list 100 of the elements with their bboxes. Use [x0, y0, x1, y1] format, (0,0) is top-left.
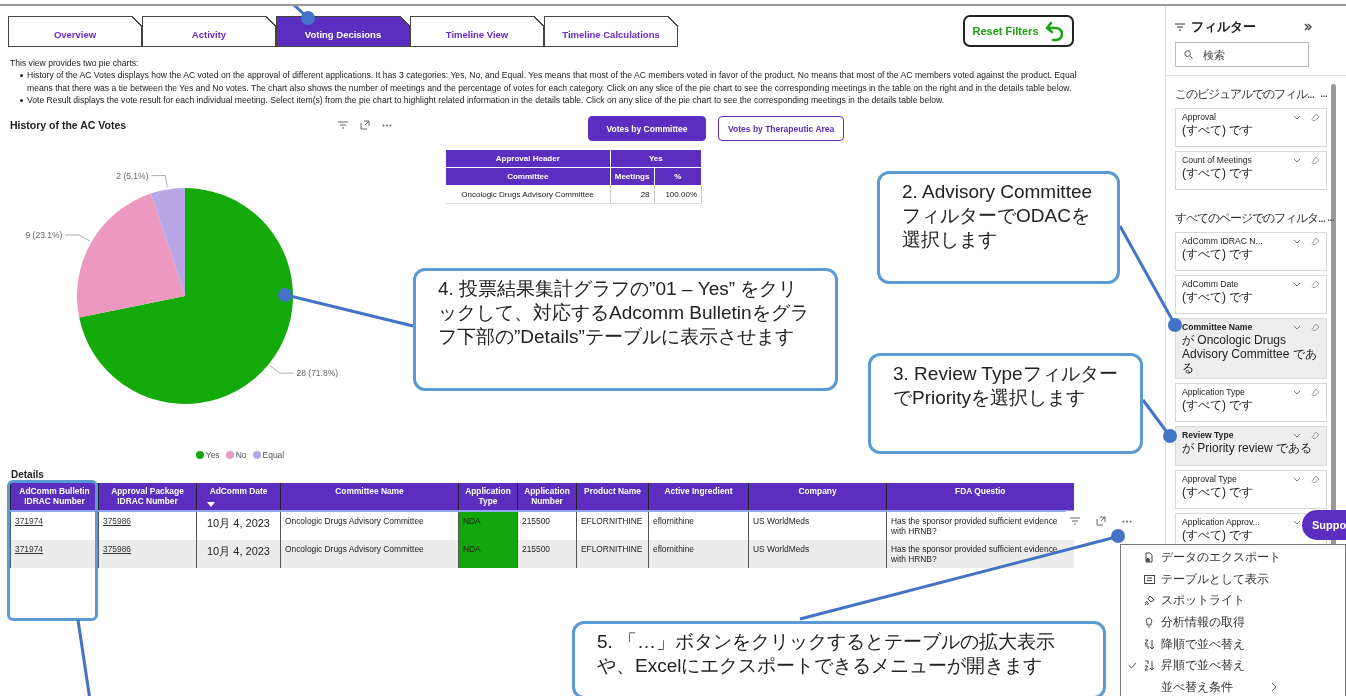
undo-arrow-icon [1044, 20, 1065, 42]
filter-value: が Oncologic Drugs Advisory Committee である [1182, 333, 1318, 375]
menu-item[interactable]: 並べ替え条件 [1121, 676, 1345, 696]
chart-title: History of the AC Votes [10, 119, 127, 132]
callout-note: 4. 投票結果集計グラフの”01 – Yes” をクリックして、対応するAdcomm Bulletinをグラフ下部の”Details”テーブルに表示させます [413, 268, 838, 391]
table-cell: 10月 4, 2023 [196, 540, 281, 569]
table-link[interactable]: 371974 [15, 516, 43, 527]
filter-value: (すべて) です [1182, 528, 1255, 542]
table-cell: NDA [458, 511, 518, 541]
eraser-icon[interactable] [1311, 113, 1320, 121]
search-field[interactable]: 検索 [1175, 42, 1309, 67]
column-header[interactable]: Company [748, 483, 887, 512]
filter-card[interactable]: Approval Type (すべて) です [1175, 470, 1327, 509]
eraser-icon[interactable] [1311, 280, 1320, 288]
menu-item[interactable]: テーブルとして表示 [1121, 568, 1345, 591]
expand-icon[interactable] [360, 120, 371, 131]
page-tab[interactable]: Activity [142, 15, 276, 47]
filter-name: Approval [1182, 112, 1217, 122]
chevron-down-icon[interactable] [1293, 238, 1301, 244]
support-button[interactable]: Suppo [1302, 510, 1346, 540]
table-link[interactable]: 375986 [103, 544, 131, 555]
menu-item[interactable]: 昇順で並べ替え [1121, 654, 1345, 677]
bullet-icon [20, 74, 23, 78]
eraser-icon[interactable] [1311, 156, 1320, 164]
data-label: 2 (5.1%) [116, 170, 149, 181]
callout-note: 5. 「…」ボタンをクリックするとテーブルの拡大表示や、Excelにエクスポートできるメニューが開きます [572, 621, 1106, 696]
more-options-icon[interactable]: ... [1320, 86, 1327, 103]
page-tab[interactable]: Timeline Calculations [544, 15, 678, 47]
pie-slice[interactable] [77, 193, 185, 318]
leader-line [292, 6, 315, 25]
chevron-down-icon[interactable] [1293, 157, 1301, 163]
eraser-icon[interactable] [1311, 237, 1320, 245]
lightbulb-icon [1145, 617, 1153, 629]
filter-card[interactable]: Application Type (すべて) です [1175, 383, 1327, 422]
filter-name: AdComm Date [1182, 279, 1240, 289]
menu-item[interactable]: 分析情報の取得 [1121, 611, 1345, 634]
description-intro: This view provides two pie charts: [10, 57, 140, 70]
filter-name: Committee Name [1182, 322, 1254, 332]
filter-icon [1175, 23, 1185, 31]
column-header[interactable]: Application Number [517, 483, 577, 512]
column-header[interactable]: AdComm Bulletin IDRAC Number [10, 483, 99, 512]
filter-icon[interactable] [338, 121, 349, 130]
column-header[interactable]: Approval Package IDRAC Number [98, 483, 197, 512]
filter-value: (すべて) です [1182, 123, 1255, 137]
column-header[interactable]: FDA Questio [886, 483, 1074, 512]
column-header[interactable]: AdComm Date [196, 483, 281, 512]
expand-icon[interactable] [1096, 516, 1106, 526]
view-toggle-button[interactable]: Votes by Therapeutic Area [718, 116, 845, 142]
menu-item[interactable]: スポットライト [1121, 590, 1345, 612]
chevron-down-icon[interactable] [1293, 519, 1301, 525]
table-cell: 28 [610, 185, 655, 204]
table-header: Yes [610, 149, 702, 168]
filter-value: (すべて) です [1182, 166, 1255, 180]
filter-value: (すべて) です [1182, 290, 1255, 304]
filter-card[interactable]: AdComm Date (すべて) です [1175, 275, 1327, 314]
filter-card[interactable]: AdComm IDRAC N... (すべて) です [1175, 232, 1327, 271]
more-options-icon[interactable] [1122, 519, 1132, 523]
pie-slice[interactable] [79, 188, 293, 405]
chevron-down-icon[interactable] [1293, 432, 1301, 438]
eraser-icon[interactable] [1311, 323, 1320, 331]
legend-label: Equal [262, 450, 285, 461]
chevron-down-icon[interactable] [1293, 389, 1301, 395]
table-link[interactable]: 375986 [103, 516, 131, 527]
table-cell: US WorldMeds [748, 540, 887, 569]
collapse-icon[interactable] [1304, 23, 1312, 31]
page-tab[interactable]: Timeline View [410, 15, 544, 47]
eraser-icon[interactable] [1311, 475, 1320, 483]
page-tab[interactable]: Voting Decisions [276, 15, 410, 47]
filter-icon[interactable] [1070, 517, 1080, 525]
column-header[interactable]: Active Ingredient [648, 483, 749, 512]
column-header[interactable]: Product Name [576, 483, 649, 512]
sort-descending-icon [1143, 638, 1155, 650]
pane-title: フィルター [1191, 18, 1256, 36]
legend-label: Yes [205, 450, 220, 461]
filter-name: AdComm IDRAC N... [1182, 236, 1264, 246]
column-header[interactable]: Application Type [458, 483, 518, 512]
chevron-down-icon[interactable] [1293, 324, 1301, 330]
table-link[interactable]: 371974 [15, 544, 43, 555]
callout-note: 2. Advisory CommitteeフィルターでODACを選択します [877, 171, 1120, 284]
filter-card[interactable]: Review Type が Priority review である [1175, 426, 1327, 466]
eraser-icon[interactable] [1311, 431, 1320, 439]
filter-name: Review Type [1182, 430, 1235, 440]
table-cell: 100.00% [654, 185, 702, 204]
column-header[interactable]: Committee Name [280, 483, 459, 512]
eraser-icon[interactable] [1311, 388, 1320, 396]
page-tab[interactable]: Overview [8, 15, 142, 47]
chevron-down-icon[interactable] [1293, 476, 1301, 482]
chevron-down-icon[interactable] [1293, 281, 1301, 287]
leader-line [64, 234, 91, 242]
filter-value: (すべて) です [1182, 398, 1255, 412]
filter-card[interactable]: Committee Name が Oncologic Drugs Advisory Committee である [1175, 318, 1327, 379]
filter-card[interactable]: Count of Meetings (すべて) です [1175, 151, 1327, 190]
more-options-icon[interactable]: ... [1327, 210, 1335, 227]
more-options-icon[interactable] [382, 123, 393, 127]
view-toggle-button[interactable]: Votes by Committee [588, 116, 706, 142]
callout-note: 3. Review TypeフィルターでPriorityを選択します [868, 353, 1143, 454]
leader-line [1141, 399, 1177, 443]
chevron-down-icon[interactable] [1293, 114, 1301, 120]
filter-card[interactable]: Approval (すべて) です [1175, 108, 1327, 147]
menu-item[interactable]: 降順で並べ替え [1121, 633, 1345, 655]
